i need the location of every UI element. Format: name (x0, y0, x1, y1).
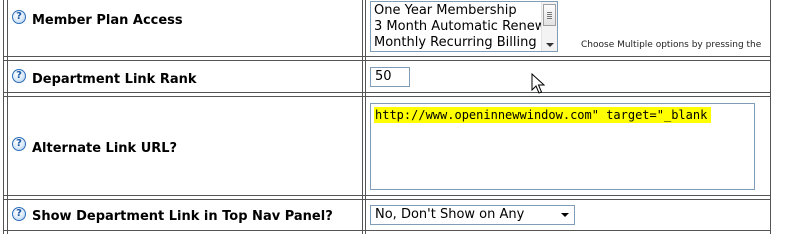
alternate-link-url-textarea[interactable]: http://www.openinnewwindow.com" target="… (370, 103, 755, 190)
question-mark-circle-icon[interactable]: ? (12, 207, 26, 221)
row-divider (3, 199, 771, 200)
scrollbar-thumb[interactable] (543, 4, 556, 26)
member-plan-access-label: Member Plan Access (32, 13, 183, 28)
grip-line (547, 14, 552, 15)
listbox-scrollbar[interactable] (541, 2, 557, 51)
scroll-down-arrow-icon[interactable] (546, 43, 554, 47)
row-divider (3, 60, 771, 61)
question-mark-circle-icon[interactable]: ? (12, 137, 26, 151)
member-plan-access-listbox[interactable]: One Year Membership 3 Month Automatic Re… (370, 1, 558, 52)
select-value: No, Don't Show on Any (375, 207, 525, 222)
grip-line (547, 18, 552, 19)
department-link-rank-label: Department Link Rank (32, 72, 197, 87)
chevron-down-icon[interactable] (561, 213, 569, 217)
alternate-link-url-label: Alternate Link URL? (32, 141, 178, 156)
show-department-link-select[interactable]: No, Don't Show on Any (370, 205, 575, 225)
row-divider (3, 92, 771, 93)
row-divider (3, 56, 771, 57)
grip-line (547, 16, 552, 17)
question-mark-circle-icon[interactable]: ? (12, 69, 26, 83)
row-divider (3, 96, 771, 97)
listbox-option[interactable]: 3 Month Automatic Renewal (374, 19, 557, 35)
multi-select-hint: Choose Multiple options by pressing the (581, 40, 762, 50)
row-divider (3, 195, 771, 196)
question-mark-circle-icon[interactable]: ? (12, 10, 26, 24)
row-divider (3, 230, 771, 231)
alternate-link-url-value: http://www.openinnewwindow.com" target="… (374, 107, 712, 123)
show-department-link-label: Show Department Link in Top Nav Panel? (32, 209, 333, 224)
listbox-option[interactable]: Monthly Recurring Billing (374, 35, 537, 51)
listbox-option[interactable]: One Year Membership (374, 3, 517, 19)
grip-line (547, 12, 552, 13)
department-link-rank-input[interactable]: 50 (370, 67, 410, 87)
mouse-pointer-icon (531, 73, 545, 94)
